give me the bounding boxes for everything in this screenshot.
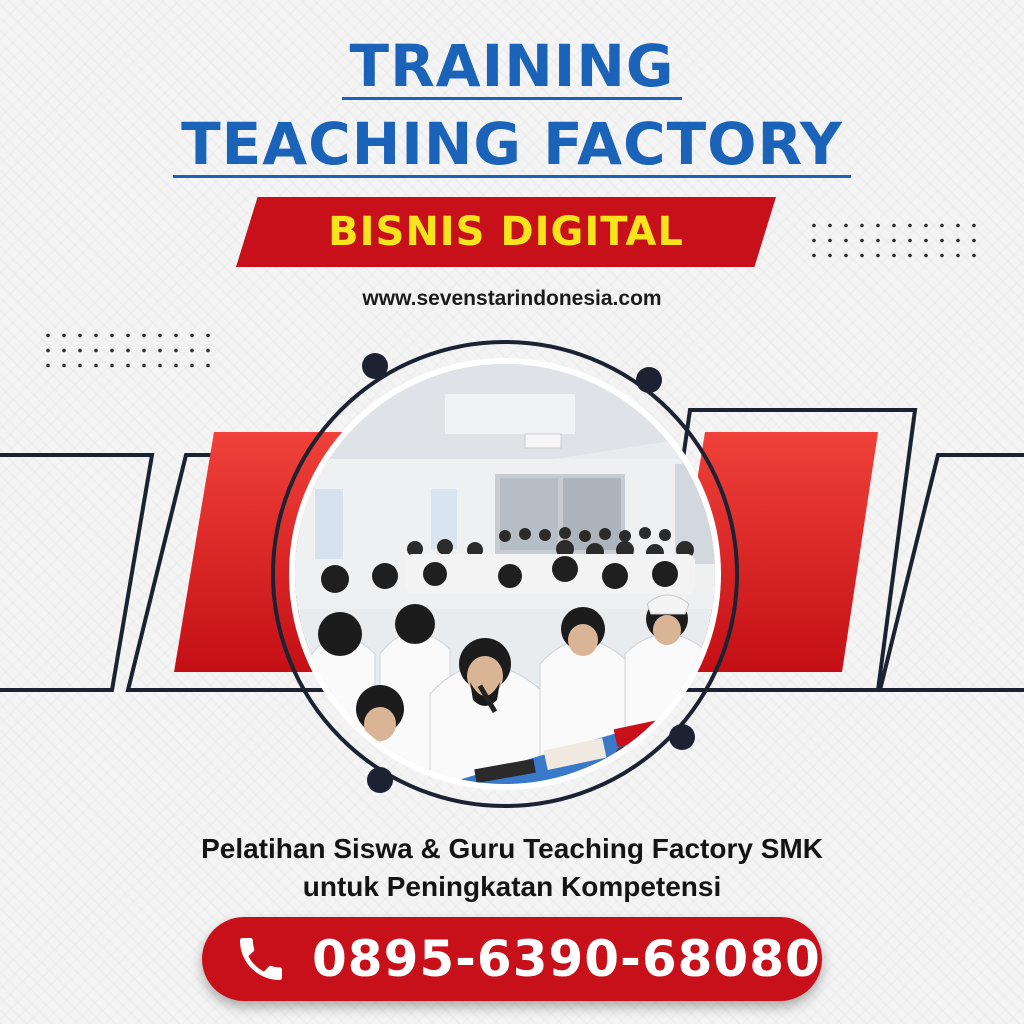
caption-line2: untuk Peningkatan Kompetensi [302,871,722,902]
ring-dot [636,367,662,393]
dot-pattern-left [40,328,216,374]
classroom-photo [289,358,721,790]
classroom-illustration [295,364,715,784]
caption-line1: Pelatihan Siswa & Guru Teaching Factory … [201,833,823,864]
page-title-line1: TRAINING [0,32,1024,100]
website-link[interactable]: www.sevenstarindonesia.com [0,287,1024,311]
ring-dot [669,724,695,750]
ribbon-text: BISNIS DIGITAL [328,209,684,255]
phone-icon [232,930,290,988]
left-frame-outline [0,453,155,692]
right-frame-outline-2 [877,453,1024,692]
phone-number: 0895-6390-68080 [312,930,821,988]
ring-dot [362,353,388,379]
ring-dot [367,767,393,793]
phone-contact-button[interactable]: 0895-6390-68080 [202,917,822,1001]
page-title-line2: TEACHING FACTORY [0,110,1024,178]
dot-pattern-right [806,218,982,264]
